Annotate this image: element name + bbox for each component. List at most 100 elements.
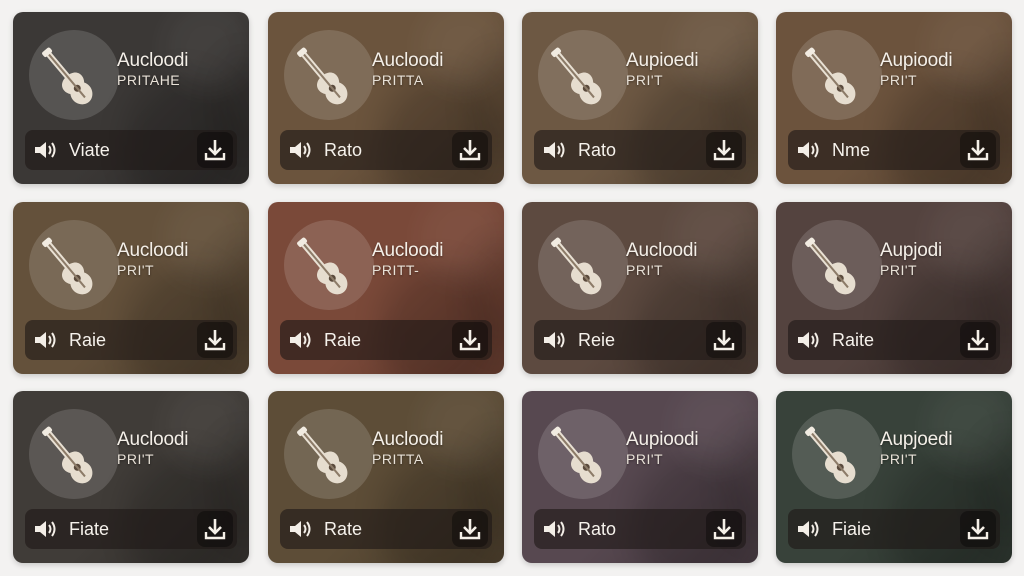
track-subtitle: PRI'T	[880, 451, 918, 467]
download-button[interactable]	[960, 511, 996, 547]
track-subtitle: PRI'T	[117, 262, 155, 278]
guitar-icon	[551, 47, 602, 105]
playback-bar: Rato	[534, 130, 746, 170]
playback-bar: Nme	[788, 130, 1000, 170]
track-subtitle: PRI'T	[880, 72, 918, 88]
track-label: Reie	[578, 330, 616, 350]
audio-card[interactable]: Aucloodi PRI'T Reie	[522, 202, 758, 374]
audio-card[interactable]: Aupioedi PRI'T Rato	[522, 12, 758, 184]
track-label: Rato	[578, 140, 617, 160]
download-button[interactable]	[452, 511, 488, 547]
volume-icon[interactable]	[288, 518, 314, 540]
playback-bar: Fiate	[25, 509, 237, 549]
download-icon	[459, 519, 481, 540]
track-subtitle: PRITTA	[372, 451, 424, 467]
audio-card[interactable]: Aucloodi PRITT- Raie	[268, 202, 504, 374]
track-title: Aupjodi	[880, 240, 942, 261]
track-title: Aucloodi	[372, 240, 444, 261]
download-button[interactable]	[706, 322, 742, 358]
audio-card[interactable]: Aupjodi PRI'T Raite	[776, 202, 1012, 374]
audio-card[interactable]: Aupioodi PRI'T Nme	[776, 12, 1012, 184]
track-label: Fiaie	[832, 519, 872, 539]
track-title: Aucloodi	[626, 240, 698, 261]
download-icon	[459, 330, 481, 351]
download-button[interactable]	[960, 132, 996, 168]
guitar-icon	[297, 47, 348, 105]
guitar-icon	[805, 426, 856, 484]
track-label: Viate	[69, 140, 110, 160]
audio-card[interactable]: Aupjoedi PRI'T Fiaie	[776, 391, 1012, 563]
track-label: Raie	[69, 330, 107, 350]
volume-icon[interactable]	[288, 329, 314, 351]
download-button[interactable]	[197, 322, 233, 358]
download-button[interactable]	[452, 132, 488, 168]
volume-icon[interactable]	[288, 139, 314, 161]
track-subtitle: PRITAHE	[117, 72, 181, 88]
guitar-icon	[805, 47, 856, 105]
track-subtitle: PRITT-	[372, 262, 420, 278]
track-title: Aupjoedi	[880, 429, 953, 450]
download-button[interactable]	[706, 132, 742, 168]
track-subtitle: PRI'T	[117, 451, 155, 467]
download-button[interactable]	[197, 511, 233, 547]
playback-bar: Fiaie	[788, 509, 1000, 549]
track-label: Raite	[832, 330, 875, 350]
guitar-icon	[551, 426, 602, 484]
track-subtitle: PRITTA	[372, 72, 424, 88]
track-subtitle: PRI'T	[880, 262, 918, 278]
track-label: Rato	[324, 140, 363, 160]
playback-bar: Rato	[280, 130, 492, 170]
volume-icon[interactable]	[33, 139, 59, 161]
download-button[interactable]	[197, 132, 233, 168]
playback-bar: Raie	[280, 320, 492, 360]
download-icon	[459, 140, 481, 161]
volume-icon[interactable]	[33, 329, 59, 351]
playback-bar: Rate	[280, 509, 492, 549]
guitar-icon	[297, 237, 348, 295]
download-icon	[713, 519, 735, 540]
volume-icon[interactable]	[542, 329, 568, 351]
playback-bar: Rato	[534, 509, 746, 549]
download-icon	[967, 519, 989, 540]
track-title: Aucloodi	[117, 50, 189, 71]
audio-card[interactable]: Aucloodi PRI'T Raie	[13, 202, 249, 374]
volume-icon[interactable]	[33, 518, 59, 540]
download-icon	[204, 140, 226, 161]
track-title: Aupioodi	[626, 429, 699, 450]
audio-card[interactable]: Aupioodi PRI'T Rato	[522, 391, 758, 563]
playback-bar: Raie	[25, 320, 237, 360]
audio-card[interactable]: Aucloodi PRI'T Fiate	[13, 391, 249, 563]
download-button[interactable]	[452, 322, 488, 358]
volume-icon[interactable]	[796, 139, 822, 161]
track-title: Aupioodi	[880, 50, 953, 71]
download-button[interactable]	[960, 322, 996, 358]
track-title: Aupioedi	[626, 50, 699, 71]
track-label: Raie	[324, 330, 362, 350]
guitar-icon	[42, 426, 93, 484]
audio-card-grid: Aucloodi PRITAHE Viate Aucloodi PRITTA R…	[0, 0, 1024, 576]
guitar-icon	[42, 237, 93, 295]
audio-card[interactable]: Aucloodi PRITAHE Viate	[13, 12, 249, 184]
volume-icon[interactable]	[542, 139, 568, 161]
download-button[interactable]	[706, 511, 742, 547]
guitar-icon	[297, 426, 348, 484]
download-icon	[204, 330, 226, 351]
download-icon	[967, 140, 989, 161]
volume-icon[interactable]	[542, 518, 568, 540]
track-label: Rato	[578, 519, 617, 539]
playback-bar: Viate	[25, 130, 237, 170]
audio-card[interactable]: Aucloodi PRITTA Rato	[268, 12, 504, 184]
track-subtitle: PRI'T	[626, 451, 664, 467]
guitar-icon	[551, 237, 602, 295]
volume-icon[interactable]	[796, 329, 822, 351]
download-icon	[204, 519, 226, 540]
playback-bar: Reie	[534, 320, 746, 360]
download-icon	[713, 330, 735, 351]
track-subtitle: PRI'T	[626, 262, 664, 278]
volume-icon[interactable]	[796, 518, 822, 540]
download-icon	[967, 330, 989, 351]
guitar-icon	[805, 237, 856, 295]
download-icon	[713, 140, 735, 161]
audio-card[interactable]: Aucloodi PRITTA Rate	[268, 391, 504, 563]
track-label: Rate	[324, 519, 363, 539]
